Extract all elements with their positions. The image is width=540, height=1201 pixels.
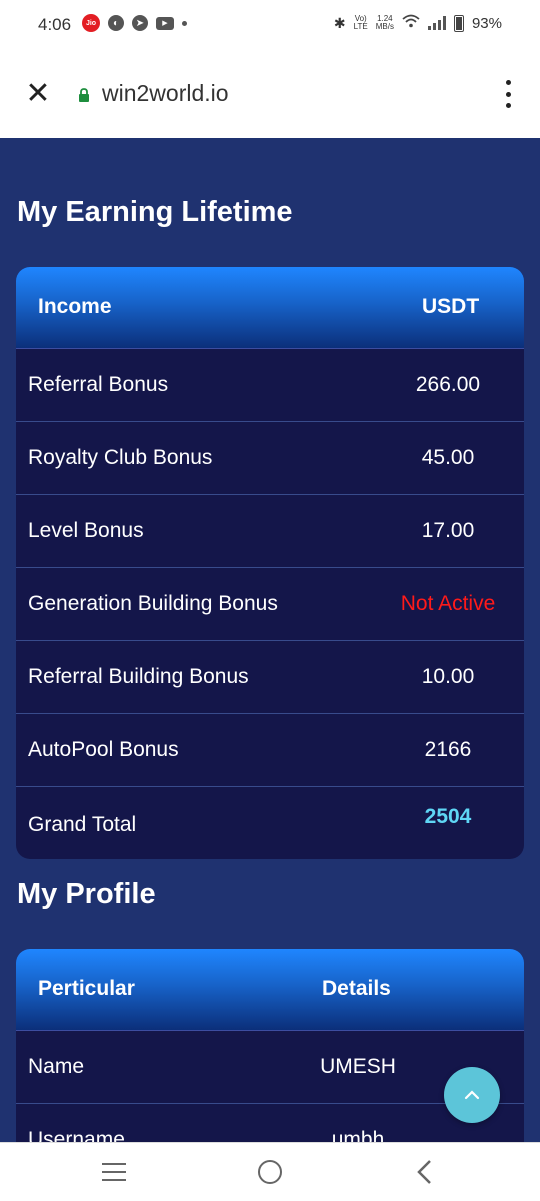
url-text[interactable]: win2world.io [102,80,229,107]
profile-label: Name [28,1055,85,1078]
grand-total-row: Grand Total 2504 [16,787,524,859]
back-icon[interactable] [415,1159,435,1185]
system-icons: ✱ Vo) LTE 1.24 MB/s 93% [334,14,502,32]
income-label: Referral Building Bonus [28,665,249,688]
income-status-not-active: Not Active [400,592,496,615]
compass-icon: ➤ [132,15,148,31]
income-value: 10.00 [421,665,475,688]
youtube-icon: ▶ [156,16,174,30]
battery-icon [453,14,464,32]
page-content: My Earning Lifetime Income USDT Referral… [0,138,540,1142]
income-label: Royalty Club Bonus [28,446,213,469]
chrome-icon: ◐ [108,15,124,31]
table-row: Generation Building Bonus Not Active [16,568,524,641]
income-label: Referral Bonus [28,373,169,396]
income-value: 266.00 [415,373,481,396]
profile-section-title: My Profile [17,878,156,910]
chevron-up-icon [464,1090,480,1100]
table-row: Referral Bonus 266.00 [16,349,524,422]
scroll-to-top-button[interactable] [444,1067,500,1123]
grand-total-label: Grand Total [28,813,137,836]
income-label: Generation Building Bonus [28,592,278,615]
earning-section-title: My Earning Lifetime [17,196,293,228]
grand-total-value: 2504 [424,805,472,828]
more-notifications-dot-icon [182,20,187,26]
wifi-icon [402,14,420,32]
income-value: 17.00 [421,519,475,542]
income-value: 2166 [424,738,472,761]
jio-icon: Jio [82,14,100,32]
close-icon[interactable]: ✕ [24,79,52,109]
table-row: Referral Building Bonus 10.00 [16,641,524,714]
income-label: AutoPool Bonus [28,738,179,761]
profile-label: Username [28,1128,125,1142]
signal-icon [427,16,446,30]
home-icon[interactable] [258,1160,282,1184]
system-navigation-bar [0,1142,540,1201]
header-usdt: USDT [422,295,480,318]
table-row: AutoPool Bonus 2166 [16,714,524,787]
lock-icon [79,88,89,102]
earnings-table: Income USDT Referral Bonus 266.00 Royalt… [16,267,524,859]
network-speed: 1.24 MB/s [375,14,394,31]
table-row: Level Bonus 17.00 [16,495,524,568]
profile-value: umbh [331,1128,385,1142]
recent-apps-icon[interactable] [102,1163,126,1181]
volte-icon: Vo) LTE [353,14,368,31]
header-income: Income [38,295,112,318]
profile-table-header: Perticular Details [16,949,524,1031]
battery-percent: 93% [471,14,502,32]
income-label: Level Bonus [28,519,144,542]
bluetooth-icon: ✱ [333,14,346,31]
status-bar: 4:06 Jio ◐ ➤ ▶ ✱ Vo) LTE 1.24 MB/s 93% [0,0,540,50]
earnings-table-header: Income USDT [16,267,524,349]
status-time: 4:06 [38,15,72,34]
header-details: Details [322,977,391,1000]
income-value: 45.00 [421,446,475,469]
notification-icons: Jio ◐ ➤ ▶ [82,14,187,32]
profile-value: UMESH [320,1055,396,1078]
more-options-icon[interactable] [504,80,512,108]
table-row: Royalty Club Bonus 45.00 [16,422,524,495]
header-particular: Perticular [38,977,135,1000]
profile-table: Perticular Details Name UMESH Username u… [16,949,524,1142]
browser-toolbar: ✕ win2world.io [0,50,540,138]
